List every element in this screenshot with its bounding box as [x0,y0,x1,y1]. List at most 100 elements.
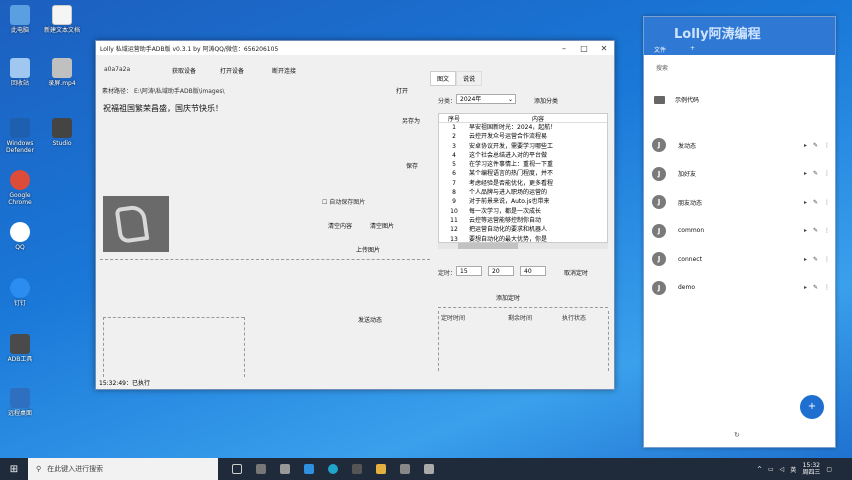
ime-indicator[interactable]: 英 [790,465,796,474]
add-timer-button[interactable]: 添加定时 [496,293,520,302]
table-row[interactable]: 10 每一次学习，都是一次成长 [439,207,607,216]
desktop-icon-recycle-bin[interactable]: 回收站 [0,58,40,87]
play-icon[interactable]: ▸ [804,170,807,177]
table-row[interactable]: 11 云控等运营能够控制你自动 [439,216,607,225]
desktop-icon-qq[interactable]: QQ [0,222,40,251]
note-label: demo [678,284,696,291]
panel-tab-files[interactable]: 文件 [654,45,666,54]
desktop-icon-defender[interactable]: Windows Defender [0,118,40,154]
desktop-icon-this-pc[interactable]: 此电脑 [0,5,40,34]
timer-second-select[interactable]: 40 [520,266,546,276]
desktop-icon-dingtalk[interactable]: 钉钉 [0,278,40,307]
get-device-button[interactable]: 获取设备 [172,66,196,75]
vscode-icon[interactable] [304,464,314,474]
folder-app-icon[interactable] [376,464,386,474]
save-button[interactable]: 保存 [406,161,418,170]
table-row[interactable]: 6 某个编程语言的热门程度，并不 [439,169,607,178]
table-row[interactable]: 2 云控开发众号运营合作流程易 [439,132,607,141]
table-row[interactable]: 8 个人品牌与进入职场的运营的 [439,188,607,197]
chevron-up-icon[interactable]: ^ [757,466,762,473]
more-icon[interactable]: ⋮ [824,256,830,263]
clear-content-button[interactable]: 清空内容 [328,221,352,230]
table-row[interactable]: 1 早安祖国新时光：2024，起航！ [439,123,607,132]
minimize-icon[interactable]: – [554,44,574,53]
table-row[interactable]: 4 这个社会总结进入对的平台做 [439,151,607,160]
desktop-icon-remote[interactable]: 远程桌面 [0,388,40,417]
play-icon[interactable]: ▸ [804,284,807,291]
panel-tab-add[interactable]: + [690,45,695,52]
desktop-icon-studio[interactable]: Studio [42,118,82,147]
list-item[interactable]: Jcommon ▸ ✎ ⋮ [652,223,830,239]
list-item[interactable]: Jdemo ▸ ✎ ⋮ [652,280,830,296]
table-row[interactable]: 12 把运营自动化的要求和机器人 [439,225,607,234]
play-icon[interactable]: ▸ [804,142,807,149]
play-icon[interactable]: ▸ [804,199,807,206]
network-icon[interactable]: ▭ [768,466,774,473]
panel-search[interactable]: 搜索 [656,63,668,72]
taskbar-search[interactable]: ⚲ 在此键入进行搜索 [28,458,218,480]
send-moment-button[interactable]: 发送动态 [358,315,382,324]
list-item[interactable]: J 朋友动态 ▸ ✎ ⋮ [652,194,830,210]
list-item[interactable]: Jconnect ▸ ✎ ⋮ [652,251,830,267]
timer-hour-select[interactable]: 15 [456,266,482,276]
edit-icon[interactable]: ✎ [813,227,818,234]
play-icon[interactable]: ▸ [804,256,807,263]
tab-shuoshuo[interactable]: 说说 [456,71,483,86]
more-icon[interactable]: ⋮ [824,284,830,291]
close-icon[interactable]: ✕ [594,44,614,53]
auto-save-checkbox[interactable]: ☐ 自动保存图片 [322,197,365,206]
notification-icon[interactable]: ▢ [826,466,832,473]
scrollbar-thumb[interactable] [458,243,518,249]
terminal-icon[interactable] [352,464,362,474]
table-row[interactable]: 3 安卓协议开发，需要学习哪些工 [439,142,607,151]
pen-icon[interactable] [280,464,290,474]
timer-minute-select[interactable]: 20 [488,266,514,276]
edit-icon[interactable]: ✎ [813,284,818,291]
play-icon[interactable]: ▸ [804,227,807,234]
edit-icon[interactable]: ✎ [813,170,818,177]
open-device-button[interactable]: 打开设备 [220,66,244,75]
list-item[interactable]: J 发动态 ▸ ✎ ⋮ [652,137,830,153]
upload-image-button[interactable]: 上传图片 [356,245,380,254]
table-row[interactable]: 7 考虑经验是否能优化，更多看程 [439,179,607,188]
app-window-icon[interactable] [424,464,434,474]
edit-icon[interactable]: ✎ [813,199,818,206]
tab-image-text[interactable]: 图文 [430,71,457,86]
folder-item[interactable]: 示例代码 [654,95,699,104]
cancel-timer-button[interactable]: 取消定时 [564,268,588,277]
category-select[interactable]: 2024年 ⌄ [456,94,516,104]
desktop-icon-mp4[interactable]: 录屏.mp4 [42,58,82,87]
add-fab-button[interactable]: + [800,395,824,419]
edit-icon[interactable]: ✎ [813,142,818,149]
clock[interactable]: 15:32 周四三 [802,462,820,476]
desktop-icon-chrome[interactable]: Google Chrome [0,170,40,206]
desktop-icon-notepad[interactable]: 新建文本文档 [42,5,82,34]
edit-icon[interactable]: ✎ [813,256,818,263]
task-view-icon[interactable] [232,464,242,474]
more-icon[interactable]: ⋮ [824,142,830,149]
list-item[interactable]: J 加好友 ▸ ✎ ⋮ [652,166,830,182]
disconnect-button[interactable]: 断开连接 [272,66,296,75]
add-category-button[interactable]: 添加分类 [534,96,558,105]
desktop-icon-adb[interactable]: ADB工具 [0,334,40,363]
list-scrollbar[interactable] [438,243,608,249]
open-button[interactable]: 打开 [396,86,408,95]
table-row[interactable]: 9 对于前景来说，Auto.js也带来 [439,197,607,206]
more-icon[interactable]: ⋮ [824,170,830,177]
save-as-button[interactable]: 另存为 [402,116,420,125]
more-icon[interactable]: ⋮ [824,199,830,206]
table-row[interactable]: 13 要想自动化的最大优势，你是 [439,235,607,242]
more-icon[interactable]: ⋮ [824,227,830,234]
table-row[interactable]: 5 在学习这件事情上：重视一下重 [439,160,607,169]
material-path-value[interactable]: E:\阿涛\私域助手ADB版\images\ [134,86,225,95]
content-list[interactable]: 序号 内容 1 早安祖国新时光：2024，起航！ 2 云控开发众号运营合作流程易 3 安卓… [438,113,608,243]
clear-image-button[interactable]: 清空图片 [370,221,394,230]
app-icon[interactable] [256,464,266,474]
refresh-icon[interactable]: ↻ [734,431,740,439]
maximize-icon[interactable]: □ [574,44,594,53]
volume-icon[interactable]: ◁ [780,466,785,473]
windows-start-icon[interactable]: ⊞ [0,464,28,475]
app-window-icon[interactable] [400,464,410,474]
message-text[interactable]: 祝福祖国繁荣昌盛，国庆节快乐！ [103,103,223,114]
edge-icon[interactable] [328,464,338,474]
